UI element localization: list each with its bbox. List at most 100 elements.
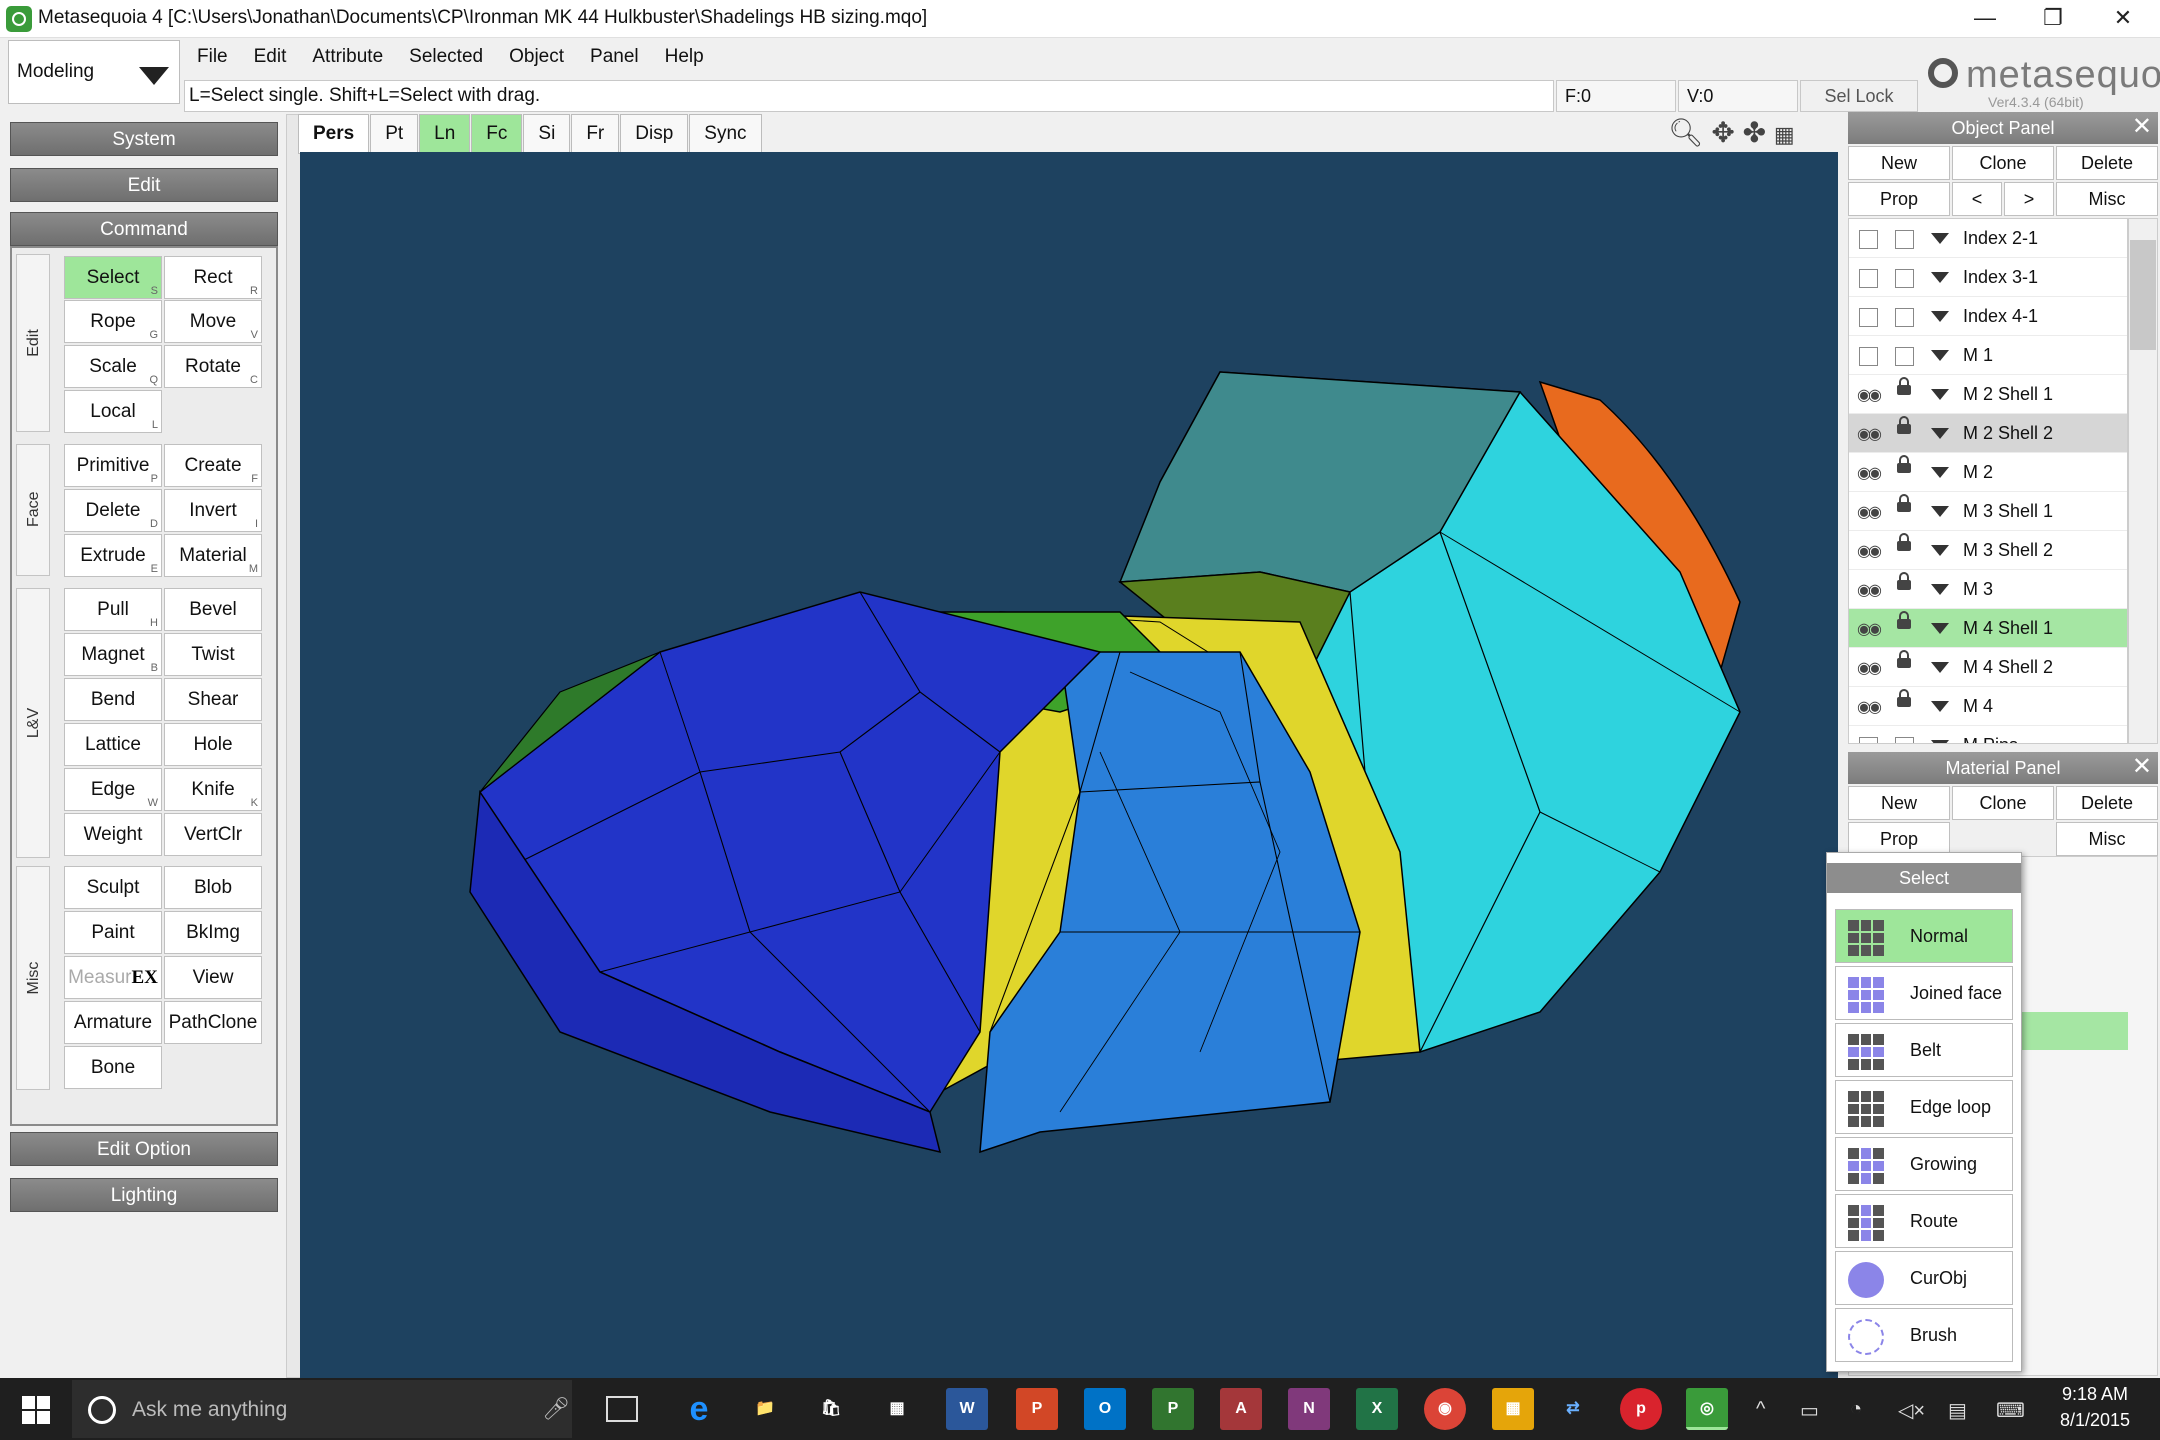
rotate-command-button[interactable]: Rotate C <box>164 345 262 388</box>
wifi-icon[interactable]: ◔ <box>1850 1398 1862 1421</box>
clock-date[interactable]: 8/1/2015 <box>2040 1410 2150 1431</box>
lock-checkbox[interactable] <box>1895 230 1914 249</box>
word-icon[interactable]: W <box>946 1388 988 1430</box>
material-misc-button[interactable]: Misc <box>2056 822 2158 856</box>
lock-checkbox[interactable] <box>1895 269 1914 288</box>
tab-ln[interactable]: Ln <box>419 114 471 154</box>
list-item[interactable]: ◉◉ M 2 Shell 2 <box>1849 414 2127 453</box>
expand-icon[interactable] <box>1931 506 1949 517</box>
lock-icon[interactable] <box>1897 689 1911 707</box>
visible-checkbox[interactable] <box>1859 230 1878 249</box>
expand-icon[interactable] <box>1931 662 1949 673</box>
material-clone-button[interactable]: Clone <box>1952 786 2054 820</box>
object-clone-button[interactable]: Clone <box>1952 146 2054 180</box>
lock-icon[interactable] <box>1897 533 1911 551</box>
list-item[interactable]: ◉◉ M 4 Shell 1 <box>1849 609 2127 648</box>
select-brush-option[interactable]: Brush <box>1835 1308 2013 1362</box>
edge-command-button[interactable]: Edge W <box>64 768 162 811</box>
select-belt-option[interactable]: Belt <box>1835 1023 2013 1077</box>
select-edge-loop-option[interactable]: Edge loop <box>1835 1080 2013 1134</box>
eye-icon[interactable]: ◉◉ <box>1857 385 1882 405</box>
expand-icon[interactable] <box>1931 740 1949 743</box>
scale-command-button[interactable]: Scale Q <box>64 345 162 388</box>
lock-icon[interactable] <box>1897 416 1911 434</box>
menu-object[interactable]: Object <box>496 40 577 74</box>
expand-icon[interactable] <box>1931 623 1949 634</box>
bevel-command-button[interactable]: Bevel <box>164 588 262 631</box>
menu-panel[interactable]: Panel <box>577 40 652 74</box>
vertclr-command-button[interactable]: VertClr <box>164 813 262 856</box>
object-new-button[interactable]: New <box>1848 146 1950 180</box>
scrollbar-thumb[interactable] <box>2130 240 2156 350</box>
select-joined-face-option[interactable]: Joined face <box>1835 966 2013 1020</box>
excel-icon[interactable]: X <box>1356 1388 1398 1430</box>
calculator-icon[interactable]: ▦ <box>876 1388 918 1430</box>
list-item[interactable]: ◉◉ M 4 <box>1849 687 2127 726</box>
invert-command-button[interactable]: Invert I <box>164 489 262 532</box>
weight-command-button[interactable]: Weight <box>64 813 162 856</box>
expand-icon[interactable] <box>1931 701 1949 712</box>
blob-command-button[interactable]: Blob <box>164 866 262 909</box>
sculpt-command-button[interactable]: Sculpt <box>64 866 162 909</box>
select-growing-option[interactable]: Growing <box>1835 1137 2013 1191</box>
delete-command-button[interactable]: Delete D <box>64 489 162 532</box>
volume-icon[interactable]: ◁× <box>1898 1398 1925 1423</box>
pdf-app-icon[interactable]: p <box>1620 1388 1662 1430</box>
battery-icon[interactable]: ▭ <box>1800 1398 1819 1423</box>
lock-icon[interactable] <box>1897 455 1911 473</box>
eye-icon[interactable]: ◉◉ <box>1857 541 1882 561</box>
tab-fr[interactable]: Fr <box>571 114 620 154</box>
task-view-icon[interactable] <box>606 1396 638 1422</box>
microphone-icon[interactable]: 🎤︎ <box>542 1396 570 1422</box>
list-item[interactable]: M 1 <box>1849 336 2127 375</box>
tab-si[interactable]: Si <box>523 114 571 154</box>
close-icon[interactable]: ✕ <box>2132 752 2152 782</box>
tab-fc[interactable]: Fc <box>471 114 523 154</box>
bend-command-button[interactable]: Bend <box>64 678 162 721</box>
command-panel-button[interactable]: Command <box>10 212 278 246</box>
app-grid-icon[interactable]: ▦ <box>1492 1388 1534 1430</box>
eye-icon[interactable]: ◉◉ <box>1857 619 1882 639</box>
system-panel-button[interactable]: System <box>10 122 278 156</box>
bkimg-command-button[interactable]: BkImg <box>164 911 262 954</box>
move-command-button[interactable]: Move V <box>164 300 262 343</box>
zoom-icon[interactable]: 🔍︎ <box>1668 117 1704 148</box>
chevron-up-icon[interactable]: ^ <box>1756 1398 1765 1421</box>
lock-icon[interactable] <box>1897 572 1911 590</box>
lighting-panel-button[interactable]: Lighting <box>10 1178 278 1212</box>
rope-command-button[interactable]: Rope G <box>64 300 162 343</box>
eye-icon[interactable]: ◉◉ <box>1857 424 1882 444</box>
menu-attribute[interactable]: Attribute <box>299 40 396 74</box>
object-misc-button[interactable]: Misc <box>2056 182 2158 216</box>
list-item[interactable]: Index 3-1 <box>1849 258 2127 297</box>
eye-icon[interactable]: ◉◉ <box>1857 463 1882 483</box>
tab-disp[interactable]: Disp <box>620 114 689 154</box>
select-command-button[interactable]: Select S <box>64 256 162 299</box>
visible-checkbox[interactable] <box>1859 269 1878 288</box>
visible-checkbox[interactable] <box>1859 308 1878 327</box>
create-command-button[interactable]: Create F <box>164 444 262 487</box>
maximize-button[interactable]: ❐ <box>2018 0 2088 38</box>
chrome-icon[interactable]: ◉ <box>1424 1388 1466 1430</box>
menu-selected[interactable]: Selected <box>396 40 496 74</box>
list-item[interactable]: ◉◉ M 2 Shell 1 <box>1849 375 2127 414</box>
view-command-button[interactable]: View <box>164 956 262 999</box>
lock-checkbox[interactable] <box>1895 737 1914 743</box>
select-normal-option[interactable]: Normal <box>1835 909 2013 963</box>
primitive-command-button[interactable]: Primitive P <box>64 444 162 487</box>
material-prop-button[interactable]: Prop <box>1848 822 1950 856</box>
project-icon[interactable]: P <box>1152 1388 1194 1430</box>
search-input[interactable]: Ask me anything 🎤︎ <box>72 1380 572 1438</box>
list-item[interactable]: M Pins <box>1849 726 2127 743</box>
menu-edit[interactable]: Edit <box>241 40 300 74</box>
access-icon[interactable]: A <box>1220 1388 1262 1430</box>
lattice-command-button[interactable]: Lattice <box>64 723 162 766</box>
windows-start-icon[interactable] <box>22 1396 50 1424</box>
pull-command-button[interactable]: Pull H <box>64 588 162 631</box>
3d-viewport[interactable] <box>300 152 1838 1378</box>
menu-help[interactable]: Help <box>652 40 717 74</box>
sel-lock-button[interactable]: Sel Lock <box>1800 80 1918 112</box>
material-command-button[interactable]: Material M <box>164 534 262 577</box>
network-app-icon[interactable]: ⇄ <box>1552 1388 1594 1430</box>
notifications-icon[interactable]: ▤ <box>1948 1398 1967 1423</box>
